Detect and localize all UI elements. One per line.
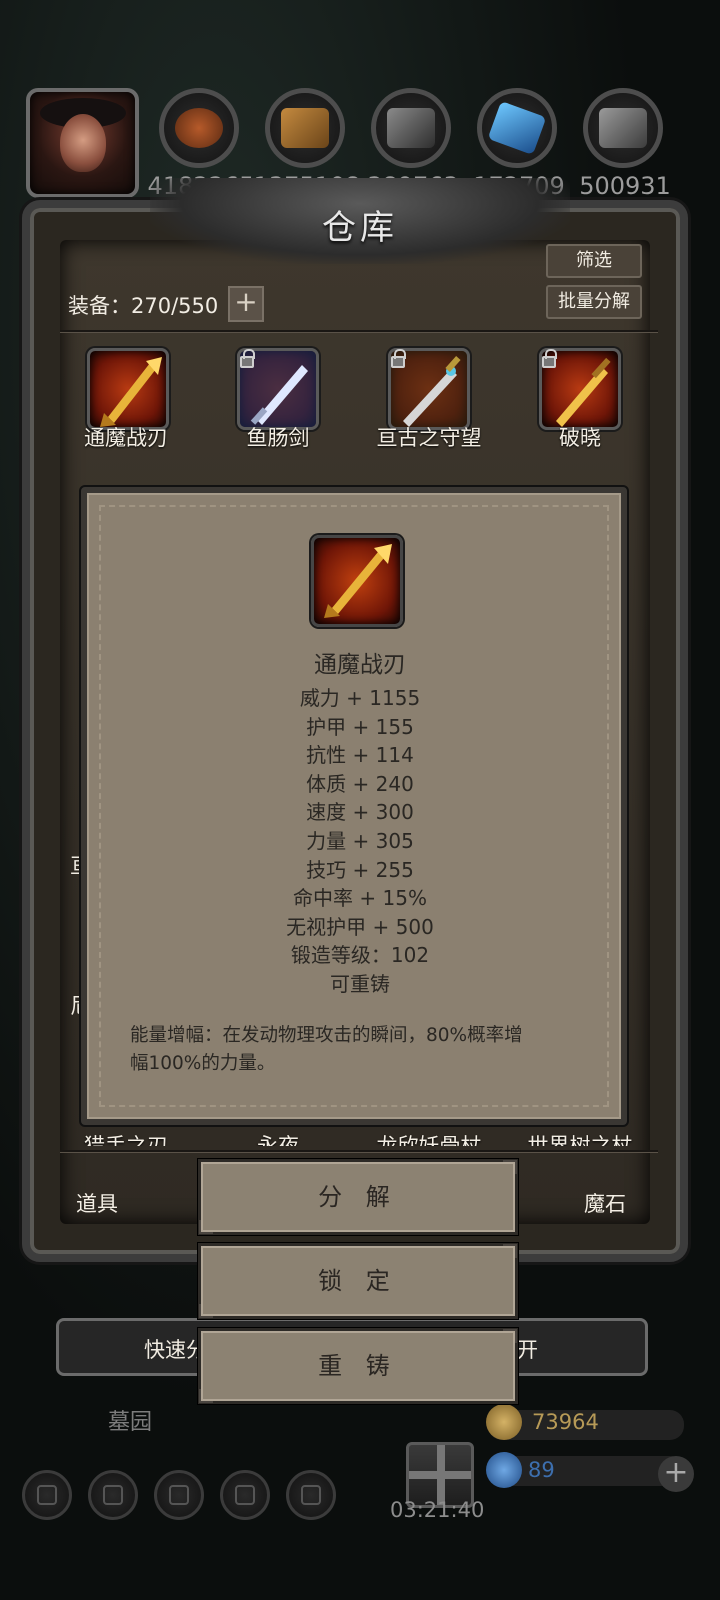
lock-icon (240, 349, 255, 368)
stat-armor: 护甲 + 155 (306, 714, 414, 739)
add-currency-button[interactable]: + (658, 1456, 694, 1492)
settings-icon[interactable] (22, 1470, 72, 1520)
stat-power: 威力 + 1155 (299, 686, 421, 710)
lock-icon (542, 349, 557, 368)
golden-spear-icon (324, 544, 392, 618)
wood-icon[interactable] (265, 88, 345, 168)
item-name: 破晓 (559, 426, 601, 450)
item-name: 鱼肠剑 (246, 426, 310, 450)
golden-spear-icon (100, 357, 162, 427)
player-avatar[interactable] (26, 88, 139, 198)
gift-timer: 03:21:40 (390, 1498, 485, 1522)
gold-amount: 73964 (532, 1410, 599, 1434)
equip-count: 装备：270/550 (68, 294, 219, 318)
item-name: 通魔战刃 (84, 426, 168, 450)
steel-count: 500931 (579, 172, 671, 200)
popup-item-icon (311, 535, 403, 627)
description-line: 幅100%的力量。 (130, 1053, 276, 1074)
warehouse-title: 仓库 (322, 208, 398, 248)
lock-icon (391, 349, 406, 368)
gem-icon (486, 1452, 522, 1488)
bg-item-name: 猎手之刃 (84, 1134, 168, 1146)
lock-button[interactable]: 锁 定 (198, 1243, 518, 1319)
bg-item-name: 龙欣妖骨杖 (376, 1134, 482, 1146)
stat-reforgeable: 可重铸 (330, 971, 390, 996)
crystal-icon[interactable] (477, 88, 557, 168)
stat-list: 威力 + 1155 护甲 + 155 抗性 + 114 体质 + 240 速度 … (81, 684, 639, 999)
castle-icon[interactable] (154, 1470, 204, 1520)
item-slot[interactable] (87, 348, 169, 430)
reforge-button[interactable]: 重 铸 (198, 1328, 518, 1404)
divider (60, 1150, 658, 1152)
location-label: 墓园 (108, 1410, 153, 1435)
filter-button[interactable]: 筛选 (546, 244, 642, 278)
item-description: 能量增幅：在发动物理攻击的瞬间，80%概率增 幅100%的力量。 (130, 1022, 590, 1078)
tab-items[interactable]: 道具 (76, 1188, 118, 1218)
popup-item-name: 通魔战刃 (314, 652, 406, 678)
star-icon[interactable] (88, 1470, 138, 1520)
stat-strength: 力量 + 305 (306, 828, 414, 853)
stat-skill: 技巧 + 255 (306, 857, 414, 882)
decompose-button[interactable]: 分 解 (198, 1159, 518, 1235)
stat-forge-level: 锻造等级：102 (290, 943, 430, 968)
bulk-decompose-button[interactable]: 批量分解 (546, 285, 642, 319)
bg-item-name: 世界树之杖 (527, 1134, 633, 1146)
tab-magic-stones[interactable]: 魔石 (584, 1188, 626, 1218)
stat-accuracy: 命中率 + 15% (293, 886, 427, 911)
steel-icon[interactable] (583, 88, 663, 168)
divider (60, 330, 658, 332)
mail-icon[interactable] (220, 1470, 270, 1520)
expand-capacity-button[interactable]: + (228, 286, 264, 322)
stat-constitution: 体质 + 240 (306, 771, 414, 796)
bg-item-name: 永夜 (257, 1134, 299, 1146)
gem-amount: 89 (528, 1458, 555, 1482)
item-name: 亘古之守望 (376, 426, 482, 450)
leather-icon[interactable] (159, 88, 239, 168)
description-line: 能量增幅：在发动物理攻击的瞬间，80%概率增 (130, 1025, 523, 1046)
shield-icon[interactable] (286, 1470, 336, 1520)
stat-speed: 速度 + 300 (306, 800, 414, 825)
stat-resistance: 抗性 + 114 (306, 743, 414, 768)
stat-armor-pierce: 无视护甲 + 500 (286, 914, 434, 939)
gold-icon (486, 1404, 522, 1440)
iron-icon[interactable] (371, 88, 451, 168)
